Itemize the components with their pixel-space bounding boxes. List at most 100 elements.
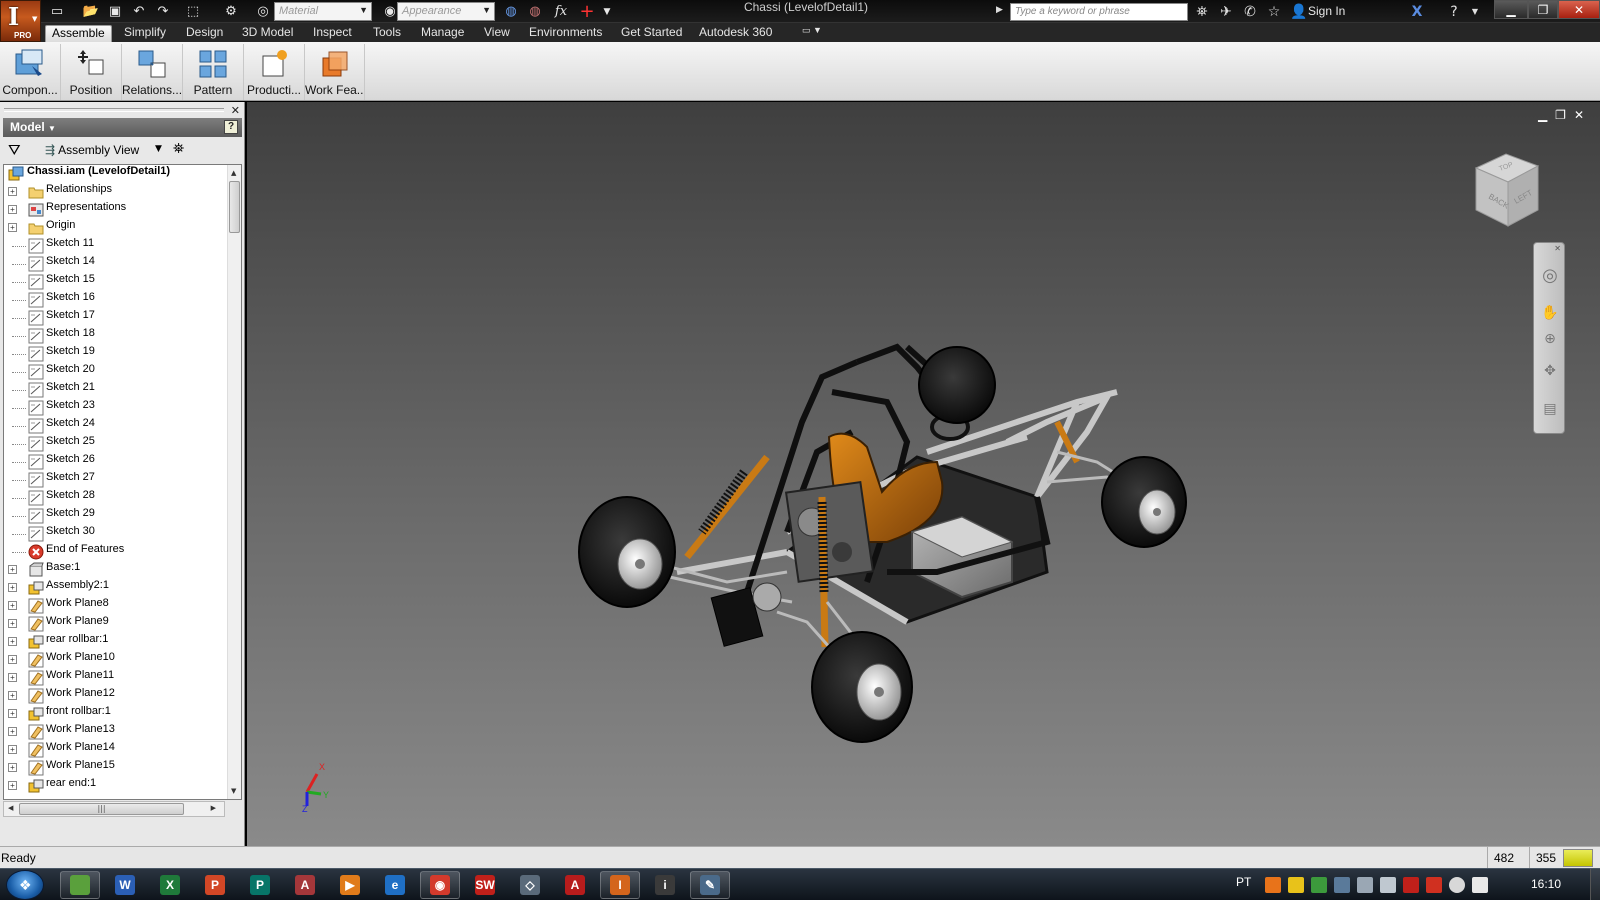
chevron-down-icon[interactable]: ▼	[1466, 3, 1484, 20]
return-icon[interactable]: ⬚	[184, 3, 202, 20]
tab-3d-model[interactable]: 3D Model	[236, 25, 299, 42]
redo-icon[interactable]: ↷	[154, 3, 172, 20]
tree-item[interactable]: Sketch 21	[4, 381, 228, 399]
measure-icon[interactable]: +	[578, 1, 596, 22]
help-search-input[interactable]: Type a keyword or phrase	[1010, 3, 1188, 21]
taskbar-tool-app-button[interactable]: ✎	[690, 871, 730, 899]
expand-icon[interactable]: +	[8, 691, 17, 700]
vertical-scrollbar[interactable]: ▲ ▼	[227, 165, 241, 799]
tree-item[interactable]: + front rollbar:1	[4, 705, 228, 723]
close-button[interactable]: ✕	[1558, 0, 1600, 19]
binoculars-icon[interactable]: ⛯	[1193, 3, 1211, 20]
tree-item[interactable]: Chassi.iam (LevelofDetail1)	[4, 165, 228, 183]
tree-item[interactable]: Sketch 27	[4, 471, 228, 489]
expand-icon[interactable]: +	[8, 565, 17, 574]
tab-assemble[interactable]: Assemble	[45, 25, 112, 42]
position-button[interactable]: Position	[61, 44, 122, 100]
tree-item[interactable]: Sketch 15	[4, 273, 228, 291]
adjust-appearance-icon[interactable]: ◍	[526, 3, 544, 20]
tree-item[interactable]: Sketch 23	[4, 399, 228, 417]
tree-item[interactable]: Sketch 30	[4, 525, 228, 543]
tree-item[interactable]: + Origin	[4, 219, 228, 237]
subscription-icon[interactable]: ✈	[1217, 3, 1235, 20]
help-icon[interactable]: ?	[1445, 3, 1463, 20]
show-desktop-button[interactable]	[1590, 869, 1600, 900]
tree-item[interactable]: + rear end:1	[4, 777, 228, 795]
tree-item[interactable]: End of Features	[4, 543, 228, 561]
taskbar-publisher-button[interactable]: P	[240, 871, 280, 899]
tab-tools[interactable]: Tools	[367, 25, 407, 42]
tree-item[interactable]: Sketch 17	[4, 309, 228, 327]
expand-icon[interactable]: +	[8, 709, 17, 718]
tab-get-started[interactable]: Get Started	[615, 25, 688, 42]
work-features-button[interactable]: Work Fea...	[305, 44, 365, 100]
tab-view[interactable]: View	[478, 25, 516, 42]
expand-icon[interactable]: +	[8, 655, 17, 664]
taskbar-explorer-button[interactable]	[60, 871, 100, 899]
taskbar-acrobat-button[interactable]: A	[555, 871, 595, 899]
scroll-thumb[interactable]: |||	[19, 803, 184, 815]
chevron-right-icon[interactable]: ▶	[996, 5, 1003, 15]
expand-icon[interactable]: +	[8, 205, 17, 214]
start-button[interactable]: ❖	[6, 870, 44, 900]
minimize-button[interactable]: ▁	[1494, 0, 1528, 19]
tray-globe-icon[interactable]	[1449, 877, 1465, 893]
tab-environments[interactable]: Environments	[523, 25, 608, 42]
update-icon[interactable]: ⚙	[222, 3, 240, 20]
tray-update-icon[interactable]	[1265, 877, 1281, 893]
chevron-down-icon[interactable]: ▼	[598, 3, 616, 20]
tab-manage[interactable]: Manage	[415, 25, 470, 42]
expand-icon[interactable]: +	[8, 673, 17, 682]
tree-item[interactable]: Sketch 20	[4, 363, 228, 381]
sign-in-link[interactable]: Sign In	[1308, 4, 1345, 18]
tree-item[interactable]: + Work Plane8	[4, 597, 228, 615]
tree-item[interactable]: + Work Plane13	[4, 723, 228, 741]
panel-grip[interactable]	[4, 108, 224, 112]
taskbar-info-app-button[interactable]: i	[645, 871, 685, 899]
tray-display-icon[interactable]	[1380, 877, 1396, 893]
tree-item[interactable]: Sketch 11	[4, 237, 228, 255]
select-icon[interactable]: ◎	[254, 3, 272, 20]
tree-item[interactable]: + Work Plane11	[4, 669, 228, 687]
clear-appearance-icon[interactable]: ◍	[502, 3, 520, 20]
horizontal-scrollbar[interactable]: ◀ ||| ▶	[3, 801, 225, 817]
assembly-view-selector[interactable]: ⇶ Assembly View	[45, 143, 139, 157]
taskbar-cad-app-button[interactable]: ◇	[510, 871, 550, 899]
save-icon[interactable]: ▣	[106, 3, 124, 20]
scroll-left-icon[interactable]: ◀	[8, 804, 13, 812]
steering-wheels-icon[interactable]: ◎	[1541, 265, 1559, 286]
expand-icon[interactable]: +	[8, 727, 17, 736]
look-at-icon[interactable]: ▤	[1541, 401, 1559, 419]
tab-design[interactable]: Design	[180, 25, 229, 42]
tree-item[interactable]: + Relationships	[4, 183, 228, 201]
pattern-button[interactable]: Pattern	[183, 44, 244, 100]
tray-network-icon[interactable]	[1311, 877, 1327, 893]
place-component-button[interactable]: Compon...	[0, 44, 61, 100]
help-icon[interactable]: ?	[224, 120, 238, 134]
pan-hand-icon[interactable]: ✋	[1541, 305, 1559, 323]
taskbar-solidworks-button[interactable]: SW	[465, 871, 505, 899]
tree-item[interactable]: Sketch 24	[4, 417, 228, 435]
tray-volume-icon[interactable]	[1357, 877, 1373, 893]
open-folder-icon[interactable]: 📂	[82, 3, 100, 20]
tree-item[interactable]: + Work Plane10	[4, 651, 228, 669]
taskbar-chrome-button[interactable]: ◉	[420, 871, 460, 899]
expand-icon[interactable]: +	[8, 187, 17, 196]
taskbar-media-player-button[interactable]: ▶	[330, 871, 370, 899]
expand-icon[interactable]: +	[8, 781, 17, 790]
tree-item[interactable]: Sketch 28	[4, 489, 228, 507]
tree-item[interactable]: + Representations	[4, 201, 228, 219]
viewcube[interactable]: BACK LEFT TOP	[1468, 146, 1548, 234]
taskbar-internet-explorer-button[interactable]: e	[375, 871, 415, 899]
expand-icon[interactable]: +	[8, 601, 17, 610]
graphics-viewport[interactable]: ▁❐✕ BACK LEFT TOP ✕ ◎ ✋ ⊕ ✥ ▤ X Y Z	[247, 102, 1600, 846]
panel-toggle-icon[interactable]: ▭ ▼	[796, 25, 828, 42]
taskbar-excel-button[interactable]: X	[150, 871, 190, 899]
exchange-apps-icon[interactable]: X	[1408, 3, 1426, 20]
scroll-down-icon[interactable]: ▼	[231, 787, 236, 795]
binoculars-icon[interactable]: ⛯	[173, 141, 184, 157]
taskbar-word-button[interactable]: W	[105, 871, 145, 899]
scroll-thumb[interactable]	[229, 181, 240, 233]
tree-item[interactable]: + Work Plane15	[4, 759, 228, 777]
tray-device-icon[interactable]	[1334, 877, 1350, 893]
